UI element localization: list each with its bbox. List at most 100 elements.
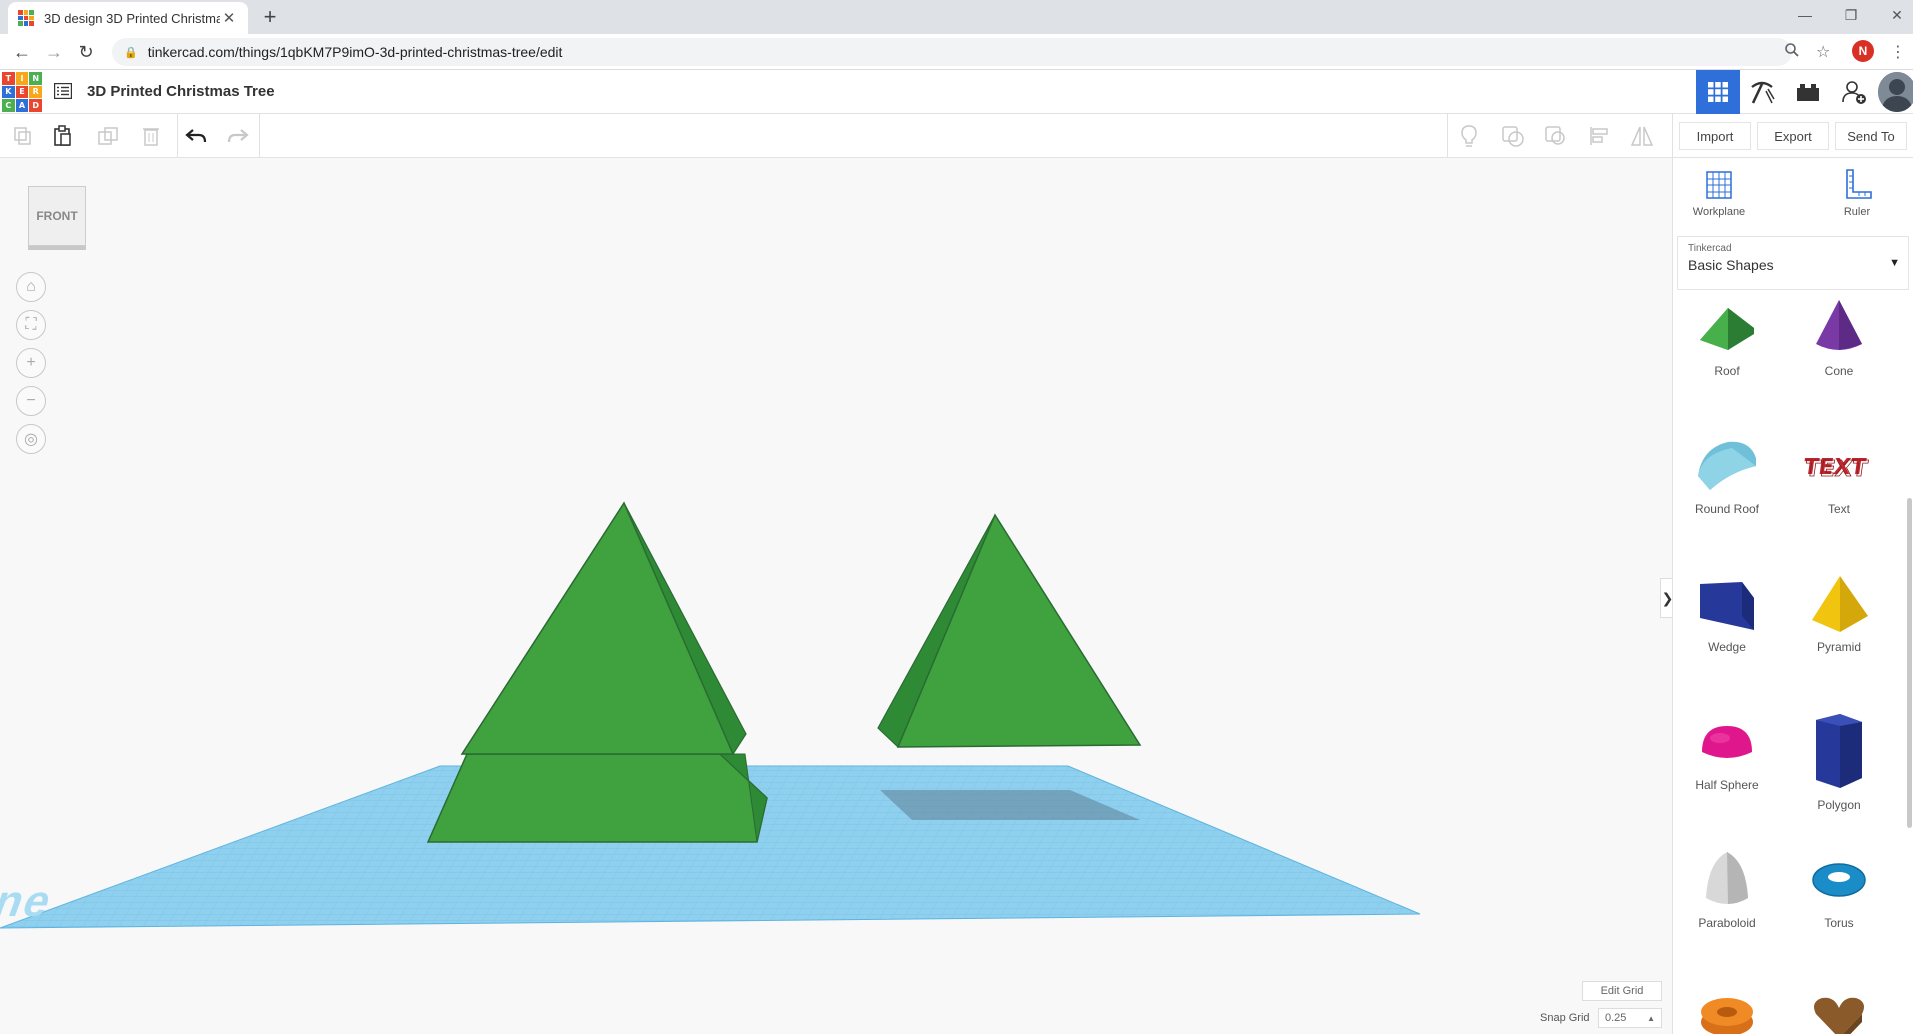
shape-wedge[interactable]: Wedge [1677,574,1777,654]
add-user-icon [1842,81,1866,104]
tree-top-pyramid-shape[interactable] [460,501,747,755]
category-provider: Tinkercad [1688,243,1732,254]
url-text: tinkercad.com/things/1qbKM7P9imO-3d-prin… [147,44,563,60]
copy-button[interactable] [8,122,38,150]
snap-grid-label: Snap Grid [1540,1012,1590,1024]
tube-icon [1701,998,1753,1034]
import-button[interactable]: Import [1679,122,1751,150]
browser-menu-icon[interactable]: ⋮ [1890,42,1906,62]
mirror-button[interactable] [1627,122,1657,150]
shape-round-roof[interactable]: Round Roof [1677,436,1777,516]
tinkercad-logo[interactable]: T I N K E R C A D [2,72,42,112]
shape-torus[interactable]: Torus [1789,850,1889,930]
shape-roof[interactable]: Roof [1677,298,1777,378]
tinkercad-header: T I N K E R C A D 3D Printed Christmas T… [0,70,1913,114]
forward-icon[interactable]: → [42,40,66,64]
shape-pyramid[interactable]: Pyramid [1789,574,1889,654]
perspective-toggle-icon[interactable]: ◎ [16,424,46,454]
fit-view-icon[interactable]: ⛶ [16,310,46,340]
collapse-panel-button[interactable]: ❯ [1660,578,1672,618]
group-button[interactable] [1498,122,1528,150]
tree-trunk-shape[interactable] [426,753,768,843]
3d-design-view-button[interactable] [1696,70,1740,114]
design-list-icon[interactable] [54,83,72,99]
bookmark-star-icon[interactable]: ☆ [1816,42,1830,62]
shape-label: Polygon [1817,798,1861,812]
send-to-button[interactable]: Send To [1835,122,1907,150]
view-cube[interactable]: FRONT [28,186,86,246]
back-icon[interactable]: ← [10,40,34,64]
ruler-tool[interactable]: Ruler [1817,168,1897,218]
polygon-icon [1816,714,1862,788]
lock-icon: 🔒 [124,46,138,59]
browser-profile-avatar[interactable]: N [1852,40,1874,62]
floating-pyramid-shape[interactable] [877,513,1142,749]
logo-letter: C [2,99,15,112]
shape-tube[interactable] [1677,988,1777,1034]
pyramid-icon [1812,576,1868,632]
ungroup-icon [1545,126,1565,145]
bricks-view-button[interactable] [1786,70,1830,114]
redo-button[interactable] [223,122,253,150]
snap-grid-value: 0.25 [1605,1012,1627,1024]
logo-letter: D [29,99,42,112]
shape-cone[interactable]: Cone [1789,298,1889,378]
duplicate-icon [98,127,118,145]
shape-paraboloid[interactable]: Paraboloid [1677,850,1777,930]
paste-button[interactable] [48,122,78,150]
toolbar-divider [1447,114,1448,158]
stepper-icon: ▲ [1647,1013,1655,1023]
workplane-icon [1706,171,1732,199]
logo-letter: A [15,99,29,112]
workplane-tool[interactable]: Workplane [1679,168,1759,218]
grid-icon [1708,82,1728,102]
zoom-icon[interactable] [1784,42,1800,63]
logo-letter: R [29,85,42,99]
blocks-view-button[interactable] [1740,70,1784,114]
panel-scrollbar[interactable] [1907,498,1912,828]
ruler-label: Ruler [1843,206,1871,218]
url-input[interactable]: 🔒 tinkercad.com/things/1qbKM7P9imO-3d-pr… [112,38,1792,66]
zoom-out-icon[interactable]: − [16,386,46,416]
shape-label: Half Sphere [1695,778,1759,792]
paste-icon [54,125,71,146]
edit-grid-button[interactable]: Edit Grid [1582,981,1662,1001]
show-all-button[interactable] [1454,122,1484,150]
logo-letter: T [2,72,15,85]
toolbar-divider [259,114,260,158]
invite-user-button[interactable] [1832,70,1876,114]
3d-workspace[interactable]: Workplane FRONT ⌂ ⛶ + − ◎ Edit Grid Snap… [0,158,1672,1034]
export-button[interactable]: Export [1757,122,1829,150]
user-avatar[interactable] [1878,72,1913,112]
restore-window-icon[interactable]: ❐ [1829,0,1873,30]
copy-icon [14,127,31,145]
shapes-panel: Workplane Ruler Tinkercad Basic Shapes ▼… [1672,158,1913,1034]
delete-button[interactable] [136,122,166,150]
ungroup-button[interactable] [1541,122,1571,150]
align-button[interactable] [1584,122,1614,150]
reload-icon[interactable]: ↻ [74,40,98,64]
minimize-window-icon[interactable]: — [1783,0,1827,30]
zoom-in-icon[interactable]: + [16,348,46,378]
3d-scene[interactable]: Workplane [0,158,1672,1034]
logo-letter: E [15,85,29,99]
shape-heart[interactable] [1789,988,1889,1034]
torus-icon [1812,863,1866,897]
wedge-icon [1700,582,1754,630]
shape-half-sphere[interactable]: Half Sphere [1677,712,1777,792]
design-title[interactable]: 3D Printed Christmas Tree [87,83,275,100]
home-view-icon[interactable]: ⌂ [16,272,46,302]
close-window-icon[interactable]: ✕ [1875,0,1913,30]
undo-button[interactable] [181,122,211,150]
browser-tab[interactable]: 3D design 3D Printed Christmas ✕ [8,2,248,34]
shape-polygon[interactable]: Polygon [1789,712,1889,812]
shape-label: Torus [1824,916,1854,930]
shape-text[interactable]: TEXT TEXT Text [1789,436,1889,516]
close-tab-icon[interactable]: ✕ [220,9,238,27]
mirror-icon [1630,126,1654,146]
snap-grid-select[interactable]: 0.25 ▲ [1598,1008,1662,1028]
duplicate-button[interactable] [93,122,123,150]
align-icon [1590,127,1608,145]
shape-category-select[interactable]: Tinkercad Basic Shapes ▼ [1677,236,1909,290]
new-tab-button[interactable]: + [258,6,282,28]
